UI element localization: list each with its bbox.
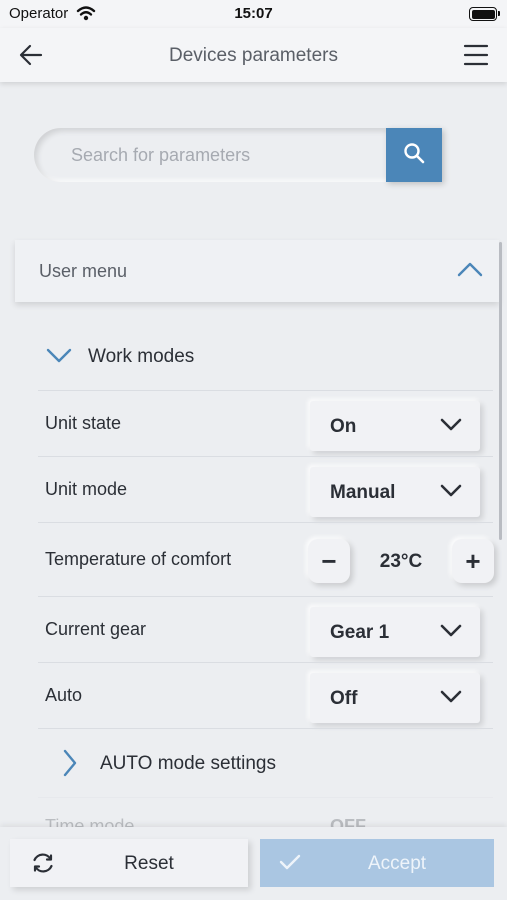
temperature-label: Temperature of comfort — [45, 549, 232, 569]
reset-label: Reset — [124, 853, 174, 874]
page-title: Devices parameters — [169, 45, 338, 66]
auto-dropdown[interactable]: Off — [310, 673, 480, 723]
unit-state-dropdown[interactable]: On — [310, 401, 480, 451]
work-modes-subsection[interactable]: Work modes — [38, 324, 493, 388]
time-mode-label: Time mode — [45, 816, 135, 827]
section-label: User menu — [39, 261, 128, 281]
unit-state-value: On — [330, 416, 357, 437]
temperature-row: Temperature of comfort − 23°C + — [38, 522, 494, 596]
unit-mode-dropdown[interactable]: Manual — [310, 467, 480, 517]
subsection-label: Work modes — [88, 346, 195, 367]
chevron-right-icon — [62, 749, 78, 782]
auto-mode-settings-row[interactable]: AUTO mode settings — [38, 728, 493, 797]
unit-state-row: Unit state On — [38, 390, 493, 456]
auto-label: Auto — [45, 685, 83, 705]
chevron-down-icon — [440, 482, 462, 503]
hamburger-menu-icon[interactable] — [463, 42, 489, 68]
chevron-up-icon — [457, 260, 483, 283]
increase-button[interactable]: + — [452, 539, 494, 583]
navigation-bar: Devices parameters — [0, 28, 507, 82]
unit-mode-value: Manual — [330, 482, 396, 503]
search-input[interactable] — [34, 128, 390, 182]
unit-state-label: Unit state — [45, 413, 122, 433]
chevron-down-icon — [440, 688, 462, 709]
battery-icon — [469, 7, 500, 21]
auto-row: Auto Off — [38, 662, 493, 728]
action-bar: Reset Accept — [0, 827, 507, 900]
decrease-button[interactable]: − — [308, 539, 350, 583]
current-gear-dropdown[interactable]: Gear 1 — [310, 607, 480, 657]
parameters-content[interactable]: User menu Work modes Unit state On Unit … — [0, 82, 507, 827]
search-icon — [403, 142, 425, 169]
search-bar — [34, 128, 442, 182]
chevron-down-icon — [440, 622, 462, 643]
user-menu-section-header[interactable]: User menu — [15, 240, 499, 302]
time-mode-row: Time mode OFF — [38, 797, 493, 827]
auto-mode-settings-label: AUTO mode settings — [100, 753, 277, 774]
chevron-down-icon — [440, 416, 462, 437]
clock-time: 15:07 — [234, 5, 273, 22]
current-gear-value: Gear 1 — [330, 622, 390, 643]
current-gear-label: Current gear — [45, 619, 147, 639]
reset-button[interactable]: Reset — [10, 839, 248, 887]
accept-label: Accept — [367, 853, 427, 874]
accept-button[interactable]: Accept — [260, 839, 494, 887]
temperature-value: 23°C — [379, 551, 423, 572]
status-bar: Operator 15:07 — [0, 0, 507, 28]
time-mode-value: OFF — [330, 816, 366, 827]
scroll-indicator[interactable] — [499, 242, 502, 540]
auto-value: Off — [330, 688, 358, 709]
unit-mode-row: Unit mode Manual — [38, 456, 493, 522]
current-gear-row: Current gear Gear 1 — [38, 596, 493, 662]
unit-mode-label: Unit mode — [45, 479, 128, 499]
search-button[interactable] — [386, 128, 442, 182]
chevron-down-icon — [46, 346, 72, 369]
temperature-stepper: − 23°C + — [308, 537, 494, 589]
